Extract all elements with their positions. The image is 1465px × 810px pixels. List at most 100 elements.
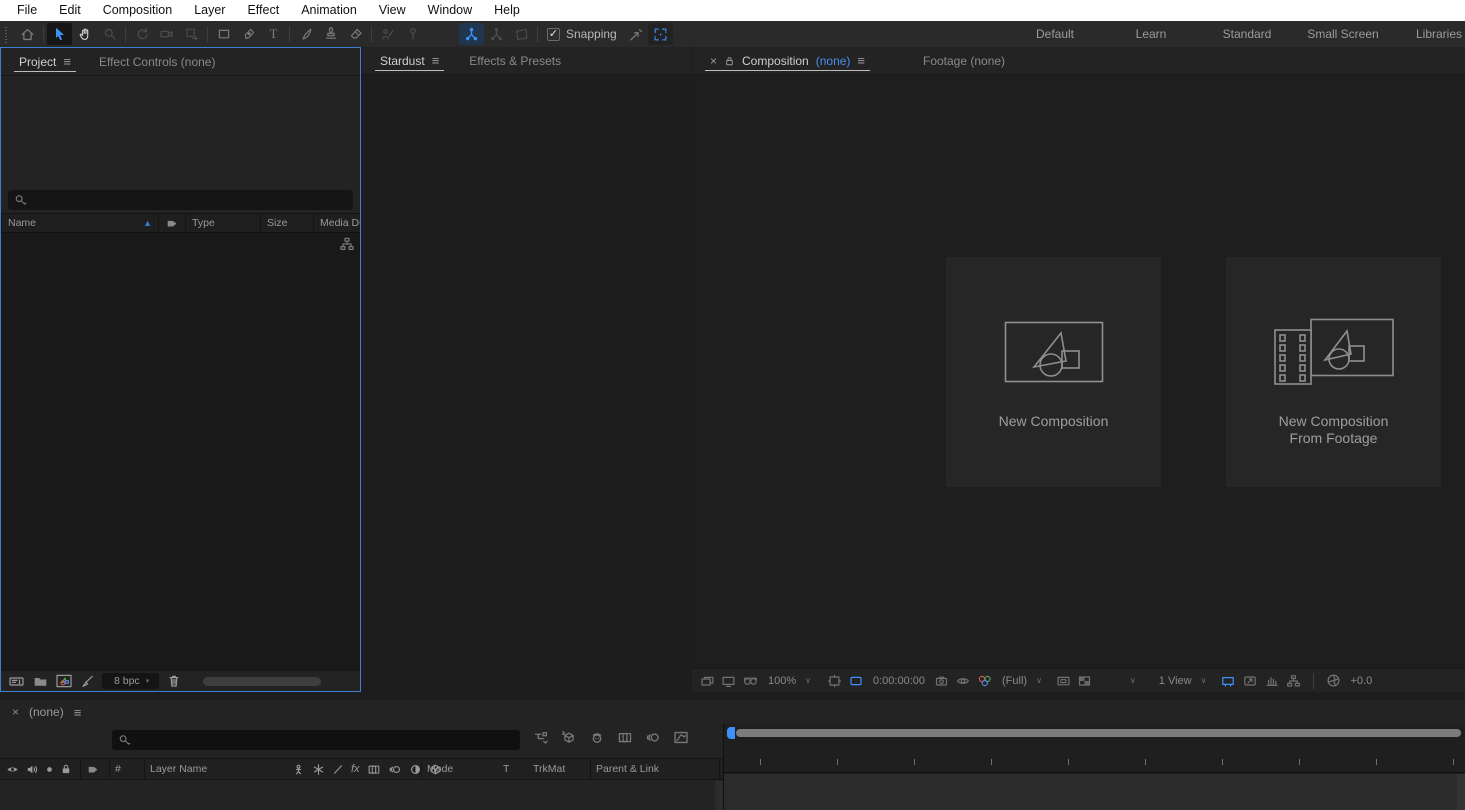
resolution-value[interactable]: (Full) (999, 675, 1030, 687)
shy-icon[interactable] (292, 763, 305, 776)
interpret-footage-icon[interactable] (9, 675, 25, 688)
number-column[interactable]: # (110, 759, 144, 779)
hand-tool[interactable] (72, 23, 97, 45)
graph-editor-icon[interactable] (673, 730, 689, 745)
view-layout-chevron-icon[interactable]: ∨ (1201, 676, 1207, 685)
main-monitor-icon[interactable] (721, 674, 736, 688)
resolution-chevron-icon[interactable]: ∨ (1036, 676, 1042, 685)
menu-animation[interactable]: Animation (290, 0, 368, 21)
workspace-learn[interactable]: Learn (1111, 27, 1191, 41)
snap-extend-button[interactable] (623, 23, 648, 45)
exposure-value[interactable]: +0.0 (1347, 675, 1375, 687)
motion-blur-icon[interactable] (645, 730, 661, 745)
frame-blending-icon[interactable] (367, 763, 381, 776)
mask-visibility-icon[interactable] (742, 674, 759, 688)
preview-timecode[interactable]: 0:00:00:00 (870, 675, 928, 687)
parent-link-column[interactable]: Parent & Link (591, 759, 719, 779)
tab-stardust[interactable]: Stardust ≡ (372, 47, 447, 75)
roto-brush-tool[interactable] (375, 23, 400, 45)
pixel-aspect-icon[interactable] (1242, 674, 1258, 688)
solo-icon[interactable] (44, 764, 55, 775)
motion-blur-icon[interactable] (388, 763, 402, 776)
new-composition-from-footage-card[interactable]: New Composition From Footage (1226, 257, 1441, 487)
pen-tool[interactable] (236, 23, 261, 45)
rotate-tool[interactable] (129, 23, 154, 45)
column-name[interactable]: Name ▲ (2, 214, 158, 232)
show-snapshot-icon[interactable] (955, 674, 971, 688)
quality-icon[interactable] (332, 763, 344, 776)
camera-tool[interactable] (154, 23, 179, 45)
view-layout-value[interactable]: 1 View (1156, 675, 1195, 687)
effects-fx-icon[interactable]: fx (351, 763, 360, 775)
mini-flowchart-icon[interactable] (1286, 674, 1301, 688)
snapping-checkbox[interactable]: ✓ (547, 28, 560, 41)
selection-tool[interactable] (47, 23, 72, 45)
transparency-grid-icon[interactable] (1077, 674, 1092, 688)
lock-icon[interactable] (60, 763, 72, 775)
collapse-transformations-icon[interactable] (312, 763, 325, 776)
puppet-pin-tool[interactable] (400, 23, 425, 45)
new-composition-card[interactable]: New Composition (946, 257, 1161, 487)
hide-shy-layers-icon[interactable] (589, 730, 605, 745)
playhead-marker[interactable] (727, 727, 735, 739)
menu-view[interactable]: View (368, 0, 417, 21)
column-media-duration[interactable]: Media Duration (314, 214, 360, 232)
type-tool[interactable]: T (261, 23, 286, 45)
trash-icon[interactable] (167, 674, 181, 688)
timeline-search-input[interactable] (137, 734, 514, 746)
menu-composition[interactable]: Composition (92, 0, 183, 21)
menu-help[interactable]: Help (483, 0, 531, 21)
region-of-interest-button[interactable] (648, 23, 673, 45)
flowchart-icon[interactable] (340, 237, 354, 251)
tab-project[interactable]: Project ≡ (11, 48, 79, 76)
axis-local-button[interactable] (459, 23, 484, 45)
close-icon[interactable]: × (710, 54, 717, 68)
workspace-standard[interactable]: Standard (1207, 27, 1287, 41)
eraser-tool[interactable] (343, 23, 368, 45)
shared-view-icon[interactable] (1220, 674, 1236, 688)
home-button[interactable] (15, 23, 40, 45)
new-composition-icon[interactable] (56, 674, 72, 688)
fast-previews-chevron-icon[interactable]: ∨ (1130, 676, 1136, 685)
zoom-tool[interactable] (97, 23, 122, 45)
menu-layer[interactable]: Layer (183, 0, 236, 21)
project-search[interactable] (8, 190, 353, 210)
magnification-chevron-icon[interactable]: ∨ (805, 676, 811, 685)
t-column[interactable]: T (498, 759, 528, 779)
composition-mini-flowchart-icon[interactable] (533, 730, 549, 745)
column-label[interactable] (159, 214, 185, 232)
timeline-horizontal-scrollbar[interactable] (736, 729, 1461, 737)
tab-composition[interactable]: × Composition (none) ≡ (702, 47, 873, 75)
menu-window[interactable]: Window (417, 0, 483, 21)
axis-world-button[interactable] (484, 23, 509, 45)
video-eye-icon[interactable] (5, 763, 20, 776)
brush-tool[interactable] (293, 23, 318, 45)
rectangle-tool[interactable] (211, 23, 236, 45)
target-region-icon[interactable] (1056, 674, 1071, 688)
sort-ascending-icon[interactable]: ▲ (143, 218, 152, 228)
timeline-right-scrollbar[interactable] (1457, 774, 1465, 810)
audio-speaker-icon[interactable] (25, 763, 39, 776)
project-item-list[interactable] (1, 233, 360, 671)
panel-menu-icon[interactable]: ≡ (63, 54, 71, 69)
panel-menu-icon[interactable]: ≡ (432, 53, 440, 68)
mode-column[interactable]: Mode (422, 759, 498, 779)
close-icon[interactable]: × (12, 705, 19, 719)
axis-view-button[interactable] (509, 23, 534, 45)
lock-icon[interactable] (724, 55, 735, 67)
histogram-icon[interactable] (1264, 674, 1280, 688)
menu-file[interactable]: File (6, 0, 48, 21)
grid-guides-icon[interactable] (827, 674, 842, 688)
timeline-search[interactable] (112, 730, 520, 750)
trkmat-column[interactable]: TrkMat (528, 759, 590, 779)
frame-blending-icon[interactable] (617, 730, 633, 745)
workspace-libraries[interactable]: Libraries (1399, 27, 1465, 41)
project-search-input[interactable] (33, 194, 347, 206)
snapping-toggle[interactable]: ✓ Snapping (547, 27, 617, 41)
panel-menu-icon[interactable]: ≡ (857, 53, 865, 68)
exposure-shutter-icon[interactable] (1326, 673, 1341, 688)
column-size[interactable]: Size (261, 214, 313, 232)
timeline-left-scrollbar[interactable] (715, 781, 723, 810)
workspace-default[interactable]: Default (1015, 27, 1095, 41)
pan-behind-tool[interactable] (179, 23, 204, 45)
